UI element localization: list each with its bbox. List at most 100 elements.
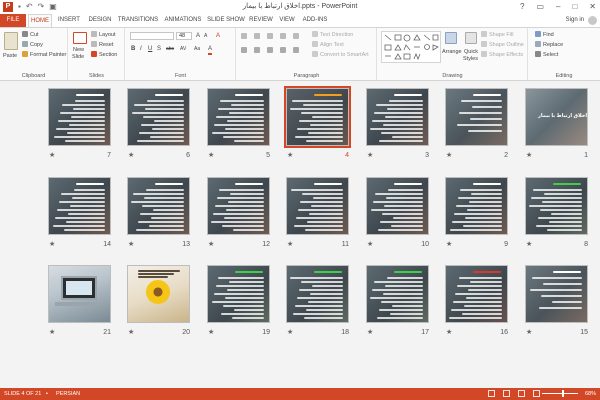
slide-transition-icon[interactable]: ★ (526, 329, 532, 337)
slide-thumbnail-14[interactable] (48, 177, 111, 235)
grow-font-button[interactable]: A (196, 33, 200, 40)
quick-styles-label-2[interactable]: Styles (463, 55, 478, 63)
sign-in-link[interactable]: Sign in (566, 14, 584, 27)
bold-button[interactable]: B (131, 46, 135, 53)
tab-insert[interactable]: INSERT (56, 14, 82, 27)
slide-transition-icon[interactable]: ★ (287, 329, 293, 337)
tab-design[interactable]: DESIGN (86, 14, 114, 27)
slide-thumbnail-6[interactable] (127, 88, 190, 146)
slide-thumbnail-3[interactable] (366, 88, 429, 146)
line-spacing-icon[interactable] (293, 33, 299, 39)
shrink-font-button[interactable]: A (204, 33, 207, 40)
help-button[interactable]: ? (520, 1, 524, 12)
slide-thumbnail-16[interactable] (445, 265, 508, 323)
layout-button[interactable]: Layout (91, 31, 116, 39)
new-slide-icon[interactable] (73, 32, 87, 44)
slide-thumbnail-17[interactable] (366, 265, 429, 323)
zoom-level[interactable]: 68% (585, 388, 596, 400)
shapes-gallery[interactable] (381, 31, 441, 63)
slide-thumbnail-19[interactable] (207, 265, 270, 323)
section-button[interactable]: Section (91, 51, 117, 59)
slide-transition-icon[interactable]: ★ (208, 241, 214, 249)
new-slide-label-2[interactable]: Slide (72, 53, 84, 61)
slide-transition-icon[interactable]: ★ (367, 152, 373, 160)
replace-button[interactable]: Replace (535, 41, 563, 49)
font-color-button[interactable]: A (208, 46, 213, 55)
slide-transition-icon[interactable]: ★ (287, 241, 293, 249)
tab-slide-show[interactable]: SLIDE SHOW (207, 14, 245, 27)
font-size-box[interactable]: 48 (176, 32, 192, 40)
slide-transition-icon[interactable]: ★ (49, 241, 55, 249)
slide-transition-icon[interactable]: ★ (208, 329, 214, 337)
format-painter-button[interactable]: Format Painter (22, 51, 66, 59)
slide-thumbnail-5[interactable] (207, 88, 270, 146)
arrange-button[interactable]: Arrange (442, 48, 462, 56)
numbering-icon[interactable] (254, 33, 260, 39)
align-center-icon[interactable] (254, 47, 260, 53)
slide-transition-icon[interactable]: ★ (49, 152, 55, 160)
slide-thumbnail-11[interactable] (286, 177, 349, 235)
slide-transition-icon[interactable]: ★ (208, 152, 214, 160)
slide-thumbnail-10[interactable] (366, 177, 429, 235)
paste-button[interactable]: Paste (3, 52, 17, 60)
tab-animations[interactable]: ANIMATIONS (162, 14, 204, 27)
slide-thumbnail-12[interactable] (207, 177, 270, 235)
tab-transitions[interactable]: TRANSITIONS (117, 14, 159, 27)
columns-icon[interactable] (293, 47, 299, 53)
slide-thumbnail-18[interactable] (286, 265, 349, 323)
slide-transition-icon[interactable]: ★ (128, 152, 134, 160)
slide-thumbnail-20[interactable] (127, 265, 190, 323)
slide-thumbnail-1[interactable]: اخلاق ارتباط با بیمار (525, 88, 588, 146)
shadow-button[interactable]: S (157, 46, 161, 53)
slide-thumbnail-21[interactable] (48, 265, 111, 323)
change-case-button[interactable]: Aa (194, 46, 200, 53)
tab-review[interactable]: REVIEW (248, 14, 274, 27)
shape-effects-button[interactable]: Shape Effects (481, 51, 523, 59)
maximize-button[interactable]: □ (572, 1, 577, 12)
minimize-button[interactable]: – (556, 1, 560, 12)
slide-transition-icon[interactable]: ★ (287, 152, 293, 160)
strikethrough-button[interactable]: abc (166, 46, 174, 53)
font-name-box[interactable] (130, 32, 174, 40)
tab-file[interactable]: FILE (0, 14, 26, 27)
select-button[interactable]: Select (535, 51, 558, 59)
character-spacing-button[interactable]: AV (180, 46, 186, 53)
italic-button[interactable]: I (140, 46, 142, 53)
convert-smartart-button[interactable]: Convert to SmartArt (312, 51, 369, 59)
reading-view-icon[interactable] (518, 390, 525, 397)
normal-view-icon[interactable] (488, 390, 495, 397)
arrange-icon[interactable] (445, 32, 457, 44)
tab-home[interactable]: HOME (28, 14, 52, 27)
shape-outline-button[interactable]: Shape Outline (481, 41, 524, 49)
slide-transition-icon[interactable]: ★ (367, 329, 373, 337)
bullets-icon[interactable] (241, 33, 247, 39)
proofing-icon[interactable]: ▪ (46, 388, 48, 400)
increase-indent-icon[interactable] (280, 33, 286, 39)
slideshow-view-icon[interactable] (533, 390, 540, 397)
justify-icon[interactable] (280, 47, 286, 53)
reset-button[interactable]: Reset (91, 41, 113, 49)
slide-transition-icon[interactable]: ★ (446, 241, 452, 249)
align-left-icon[interactable] (241, 47, 247, 53)
slide-thumbnail-13[interactable] (127, 177, 190, 235)
align-right-icon[interactable] (267, 47, 273, 53)
slide-transition-icon[interactable]: ★ (446, 152, 452, 160)
zoom-slider-thumb[interactable] (562, 390, 564, 397)
slide-transition-icon[interactable]: ★ (446, 329, 452, 337)
tab-view[interactable]: VIEW (277, 14, 297, 27)
slide-transition-icon[interactable]: ★ (526, 241, 532, 249)
zoom-slider[interactable] (542, 390, 578, 397)
paste-icon[interactable] (4, 32, 18, 50)
slide-transition-icon[interactable]: ★ (526, 152, 532, 160)
slide-transition-icon[interactable]: ★ (128, 329, 134, 337)
quick-styles-icon[interactable] (465, 32, 477, 44)
shape-fill-button[interactable]: Shape Fill (481, 31, 513, 39)
slide-thumbnail-8[interactable] (525, 177, 588, 235)
slide-transition-icon[interactable]: ★ (367, 241, 373, 249)
close-button[interactable]: ✕ (589, 1, 596, 12)
slide-sorter-view-icon[interactable] (503, 390, 510, 397)
slide-thumbnail-9[interactable] (445, 177, 508, 235)
slide-transition-icon[interactable]: ★ (49, 329, 55, 337)
decrease-indent-icon[interactable] (267, 33, 273, 39)
ribbon-display-options-button[interactable]: ▭ (536, 1, 544, 12)
